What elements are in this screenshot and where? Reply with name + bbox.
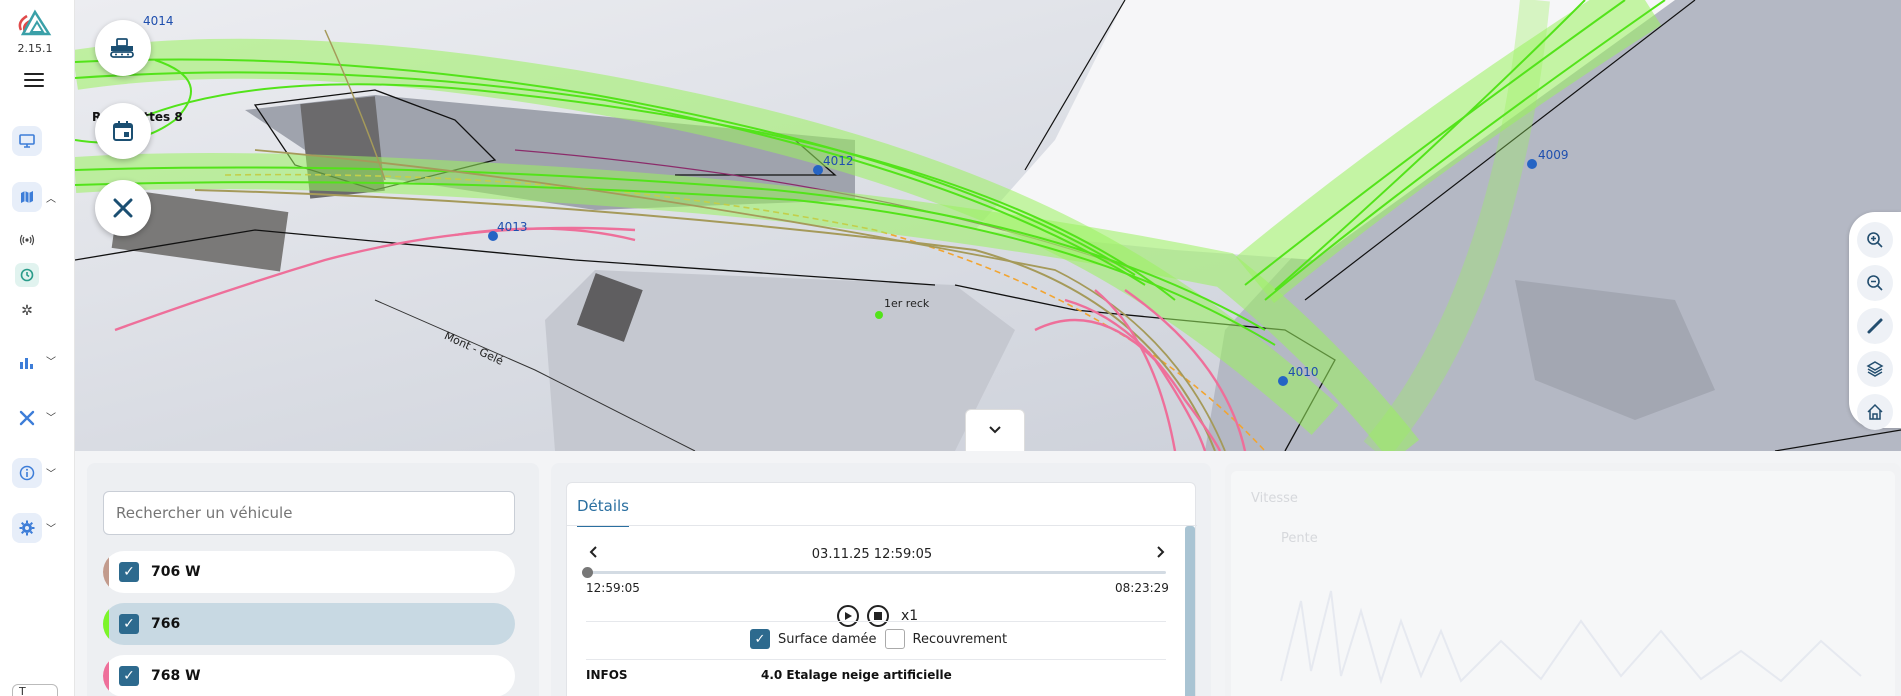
- calendar-icon[interactable]: [95, 103, 151, 159]
- time-end: 08:23:29: [1115, 581, 1169, 595]
- vehicle-checkbox[interactable]: ✓: [119, 666, 139, 686]
- vehicle-label: 766: [151, 616, 181, 632]
- snowcat-icon[interactable]: [95, 20, 151, 76]
- language-select[interactable]: T: [12, 684, 58, 696]
- satellite-basemap: [75, 0, 1901, 451]
- bar-chart-icon[interactable]: [12, 348, 42, 378]
- bottom-panels: ✓ 706 W ✓ 766 ✓ 768 W Détails: [75, 451, 1901, 696]
- vehicle-checkbox[interactable]: ✓: [119, 614, 139, 634]
- scrollbar[interactable]: [1185, 526, 1195, 696]
- monitor-icon[interactable]: [12, 126, 42, 156]
- map-label-4012: 4012: [823, 154, 854, 168]
- vehicle-color: [103, 655, 109, 696]
- chevron-down-icon[interactable]: ﹀: [46, 353, 56, 368]
- ruler-icon[interactable]: [1857, 308, 1893, 344]
- chart-panel-loading: Vitesse Pente: [1225, 463, 1901, 696]
- app-version: 2.15.1: [17, 42, 53, 55]
- zoom-in-icon[interactable]: [1857, 222, 1893, 258]
- map-view[interactable]: 4014 4012 4009 4013 4010 1er reck Mont -…: [75, 0, 1901, 451]
- chevron-down-icon[interactable]: ﹀: [46, 409, 56, 424]
- map-controls: [1849, 212, 1901, 430]
- details-card: Détails 03.11.25 12:59:05 12:59:05 08:23…: [566, 482, 1197, 696]
- tab-divider: [567, 525, 1197, 526]
- map-icon[interactable]: [12, 182, 42, 212]
- time-start: 12:59:05: [586, 581, 640, 595]
- chevron-up-icon[interactable]: ︿: [46, 190, 56, 205]
- left-rail: 2.15.1 ︿ ✲ ﹀ ﹀ ﹀ ﹀ T: [0, 0, 75, 696]
- settings-icon[interactable]: [12, 513, 42, 543]
- tools-icon[interactable]: [95, 180, 151, 236]
- play-icon[interactable]: [837, 605, 859, 627]
- overlap-checkbox[interactable]: [884, 629, 905, 649]
- chart-legend-placeholder: Pente: [1281, 531, 1318, 546]
- chart-card-placeholder: Vitesse Pente: [1231, 471, 1895, 696]
- vehicle-checkbox[interactable]: ✓: [119, 562, 139, 582]
- vehicle-item[interactable]: ✓ 768 W: [103, 655, 515, 696]
- home-icon[interactable]: [1857, 394, 1893, 430]
- vehicle-panel: ✓ 706 W ✓ 766 ✓ 768 W: [87, 463, 539, 696]
- playback-slider[interactable]: [586, 571, 1166, 574]
- collapse-panel-button[interactable]: [965, 409, 1025, 451]
- overlap-label: Recouvrement: [912, 631, 1008, 647]
- surface-checkbox[interactable]: ✓: [750, 629, 770, 649]
- playback-date: 03.11.25 12:59:05: [811, 547, 933, 562]
- layers-icon[interactable]: [1857, 351, 1893, 387]
- next-icon[interactable]: [1157, 546, 1165, 562]
- zoom-out-icon[interactable]: [1857, 265, 1893, 301]
- infos-key: INFOS: [586, 668, 628, 682]
- chevron-down-icon: [989, 423, 1001, 438]
- chart-placeholder-graphic: [1280, 590, 1862, 685]
- map-label-4009: 4009: [1538, 148, 1569, 162]
- divider: [586, 621, 1166, 622]
- menu-icon[interactable]: [24, 73, 44, 87]
- playback-slider-thumb[interactable]: [582, 567, 593, 578]
- chevron-down-icon[interactable]: ﹀: [46, 465, 56, 480]
- vehicle-label: 768 W: [151, 668, 201, 684]
- divider: [586, 659, 1166, 660]
- vehicle-item[interactable]: ✓ 706 W: [103, 551, 515, 593]
- infos-value: 4.0 Etalage neige artificielle: [761, 668, 952, 682]
- map-label-4010: 4010: [1288, 365, 1319, 379]
- snowflake-icon[interactable]: ✲: [15, 299, 39, 323]
- history-icon[interactable]: [15, 263, 39, 287]
- chevron-down-icon[interactable]: ﹀: [46, 520, 56, 535]
- info-icon[interactable]: [12, 458, 42, 488]
- tab-details[interactable]: Détails: [577, 497, 630, 527]
- vehicle-label: 706 W: [151, 564, 201, 580]
- display-options: ✓ Surface damée Recouvrement: [750, 629, 1007, 649]
- vehicle-color: [103, 603, 109, 645]
- chart-tab-placeholder: Vitesse: [1251, 491, 1298, 506]
- map-label-4013: 4013: [497, 220, 528, 234]
- app-logo: [18, 9, 52, 36]
- stop-icon[interactable]: [867, 605, 889, 627]
- details-panel: Détails 03.11.25 12:59:05 12:59:05 08:23…: [551, 463, 1211, 696]
- vehicle-item[interactable]: ✓ 766: [103, 603, 515, 645]
- broadcast-icon[interactable]: [15, 228, 39, 252]
- playback-controls: x1: [837, 605, 918, 627]
- surface-label: Surface damée: [778, 631, 877, 647]
- map-label-4014: 4014: [143, 14, 174, 28]
- tools-icon[interactable]: [12, 403, 42, 433]
- vehicle-color: [103, 551, 109, 593]
- map-label-1er-reck: 1er reck: [884, 297, 930, 310]
- vehicle-search-input[interactable]: [103, 491, 515, 535]
